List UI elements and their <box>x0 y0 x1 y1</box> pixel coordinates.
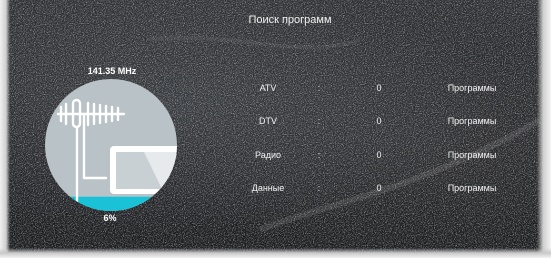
row-unit: Программы <box>447 183 497 193</box>
row-unit: Программы <box>447 116 497 126</box>
page-title: Поиск программ <box>248 14 332 26</box>
row-count: 0 <box>376 183 382 193</box>
result-row-data: Данные : 0 Программы <box>0 183 551 197</box>
row-count: 0 <box>376 116 382 126</box>
row-separator: : <box>317 83 321 93</box>
progress-fill <box>45 196 177 211</box>
row-separator: : <box>317 116 321 126</box>
row-separator: : <box>317 150 321 160</box>
bezel-glare-left <box>0 0 10 258</box>
row-unit: Программы <box>447 83 497 93</box>
result-row-dtv: DTV : 0 Программы <box>0 116 551 130</box>
progress-percent-label: 6% <box>103 213 117 223</box>
row-label: DTV <box>259 116 277 126</box>
tv-screen: Поиск программ 141.35 MHz 6% ATV: 0 Про… <box>0 0 551 258</box>
row-count: 0 <box>376 83 382 93</box>
result-row-atv: ATV : 0 Программы <box>0 83 551 97</box>
row-label: Данные <box>251 183 285 193</box>
row-label: Радио <box>255 150 281 160</box>
result-row-radio: Радио : 0 Программы <box>0 150 551 164</box>
row-label: ATV <box>259 83 277 93</box>
row-count: 0 <box>376 150 382 160</box>
bezel-glare-right <box>537 0 551 258</box>
frequency-readout: 141.35 MHz <box>87 66 137 76</box>
bezel-glare-bottom <box>0 248 551 258</box>
row-unit: Программы <box>447 150 497 160</box>
row-separator: : <box>317 183 321 193</box>
